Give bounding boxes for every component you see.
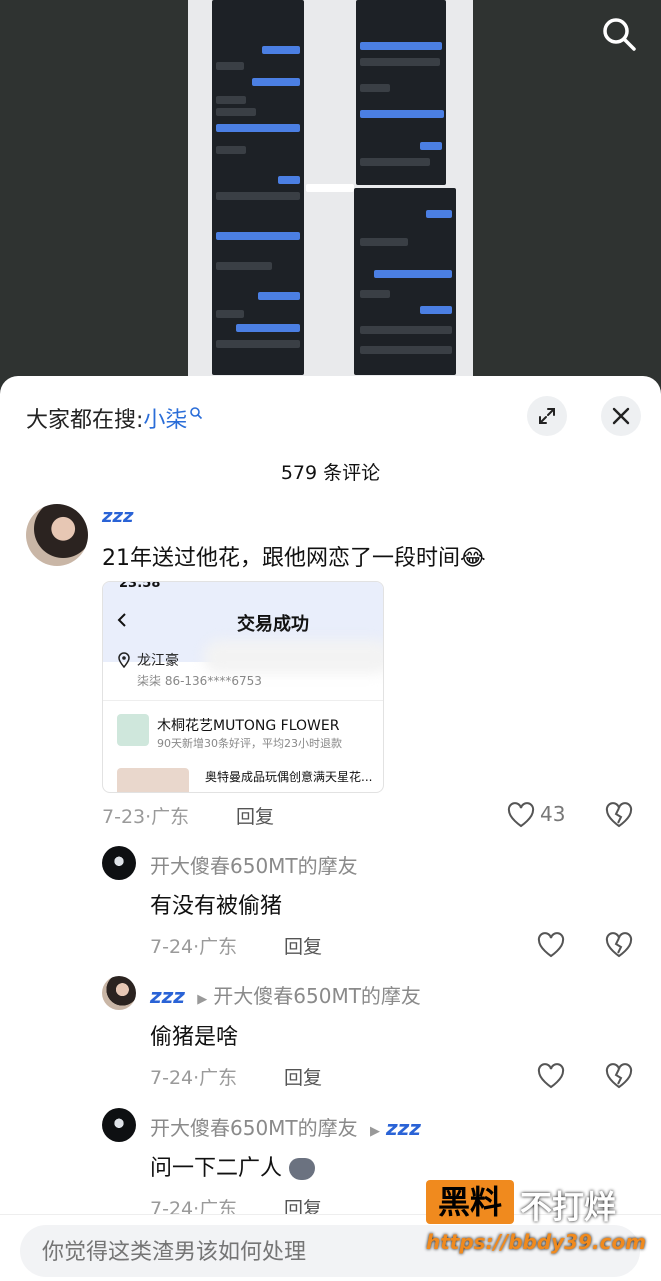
expand-button[interactable] [527, 396, 567, 436]
reply-arrow-icon: ▶ [370, 1124, 381, 1139]
like-count: 43 [540, 802, 566, 826]
watermark-box: 黑料 [426, 1180, 514, 1224]
embed-shop-sub: 90天新增30条好评，平均23小时退款 [157, 737, 342, 750]
hot-search-prefix: 大家都在搜: [26, 408, 144, 433]
avatar[interactable] [102, 846, 136, 880]
embed-shop-name: 木桐花艺MUTONG FLOWER [157, 718, 340, 734]
reply-to-username[interactable]: zzz [386, 1116, 421, 1140]
avatar[interactable] [102, 976, 136, 1010]
like-heart-icon[interactable] [536, 1061, 566, 1091]
hot-search-keyword[interactable]: 小柒 [143, 408, 187, 433]
reply-button[interactable]: 回复 [284, 1063, 322, 1090]
embed-time: 23:58 [119, 581, 161, 591]
reply-text: 问一下二广人 [150, 1150, 316, 1182]
close-button[interactable] [601, 396, 641, 436]
reply-username[interactable]: zzz [150, 984, 185, 1008]
reply-username[interactable]: 开大傻春650MT的摩友 [150, 850, 358, 879]
chat-screenshot-image [188, 0, 473, 390]
small-search-icon [190, 407, 203, 420]
comment-image[interactable]: 23:58 交易成功 龙江豪 柒柒 86-136****6753 木桐花艺MUT… [102, 581, 384, 793]
dislike-broken-heart-icon[interactable] [604, 800, 634, 830]
comment-sheet: 大家都在搜:小柒 579 条评论 zzz 21年送过他花，跟他网恋了一段时间😂 … [0, 376, 661, 1280]
dislike-broken-heart-icon[interactable] [604, 930, 634, 960]
husky-emoji-icon [289, 1158, 316, 1180]
comment-date: 7-23·广东 [102, 806, 190, 828]
like-heart-icon[interactable] [506, 800, 536, 830]
shop-logo [117, 714, 149, 746]
watermark-url: https://bbdy39.com [426, 1230, 647, 1254]
comment-username[interactable]: zzz [102, 506, 133, 527]
embed-phone: 柒柒 86-136****6753 [137, 674, 262, 688]
embed-address: 龙江豪 [137, 653, 179, 669]
expand-icon [539, 408, 555, 424]
hot-search-bar[interactable]: 大家都在搜:小柒 [26, 402, 203, 434]
reply-text: 有没有被偷猪 [150, 894, 283, 919]
comment-count: 579 条评论 [280, 462, 381, 484]
comment-text: 21年送过他花，跟他网恋了一段时间😂 [102, 546, 486, 571]
reply-arrow-icon: ▶ [197, 992, 208, 1007]
reply-to-username[interactable]: 开大傻春650MT的摩友 [213, 984, 421, 1008]
embed-title: 交易成功 [237, 614, 309, 635]
reply-user-line: zzz ▶ 开大傻春650MT的摩友 [150, 980, 421, 1009]
back-arrow-icon [117, 613, 126, 627]
dislike-broken-heart-icon[interactable] [604, 1061, 634, 1091]
comment-input[interactable] [40, 1225, 404, 1279]
embed-item: 奥特曼成品玩偶创意满天星花... [205, 770, 373, 784]
reply-user-line: 开大傻春650MT的摩友 ▶ zzz [150, 1112, 421, 1141]
close-icon [612, 407, 630, 425]
product-thumbnail [117, 768, 189, 792]
like-heart-icon[interactable] [536, 930, 566, 960]
reply-username[interactable]: 开大傻春650MT的摩友 [150, 1116, 358, 1140]
avatar[interactable] [26, 504, 88, 566]
reply-date: 7-24·广东 [150, 1067, 238, 1089]
reply-button[interactable]: 回复 [236, 802, 274, 829]
video-area[interactable] [0, 0, 661, 390]
embed-redaction [203, 640, 383, 674]
reply-button[interactable]: 回复 [284, 932, 322, 959]
watermark: 黑料 不打烊 https://bbdy39.com [426, 1180, 646, 1260]
reply-text: 偷猪是啥 [150, 1025, 239, 1050]
reply-date: 7-24·广东 [150, 936, 238, 958]
location-pin-icon [118, 652, 130, 668]
avatar[interactable] [102, 1108, 136, 1142]
search-icon[interactable] [599, 14, 639, 54]
watermark-text: 不打烊 [520, 1188, 617, 1226]
